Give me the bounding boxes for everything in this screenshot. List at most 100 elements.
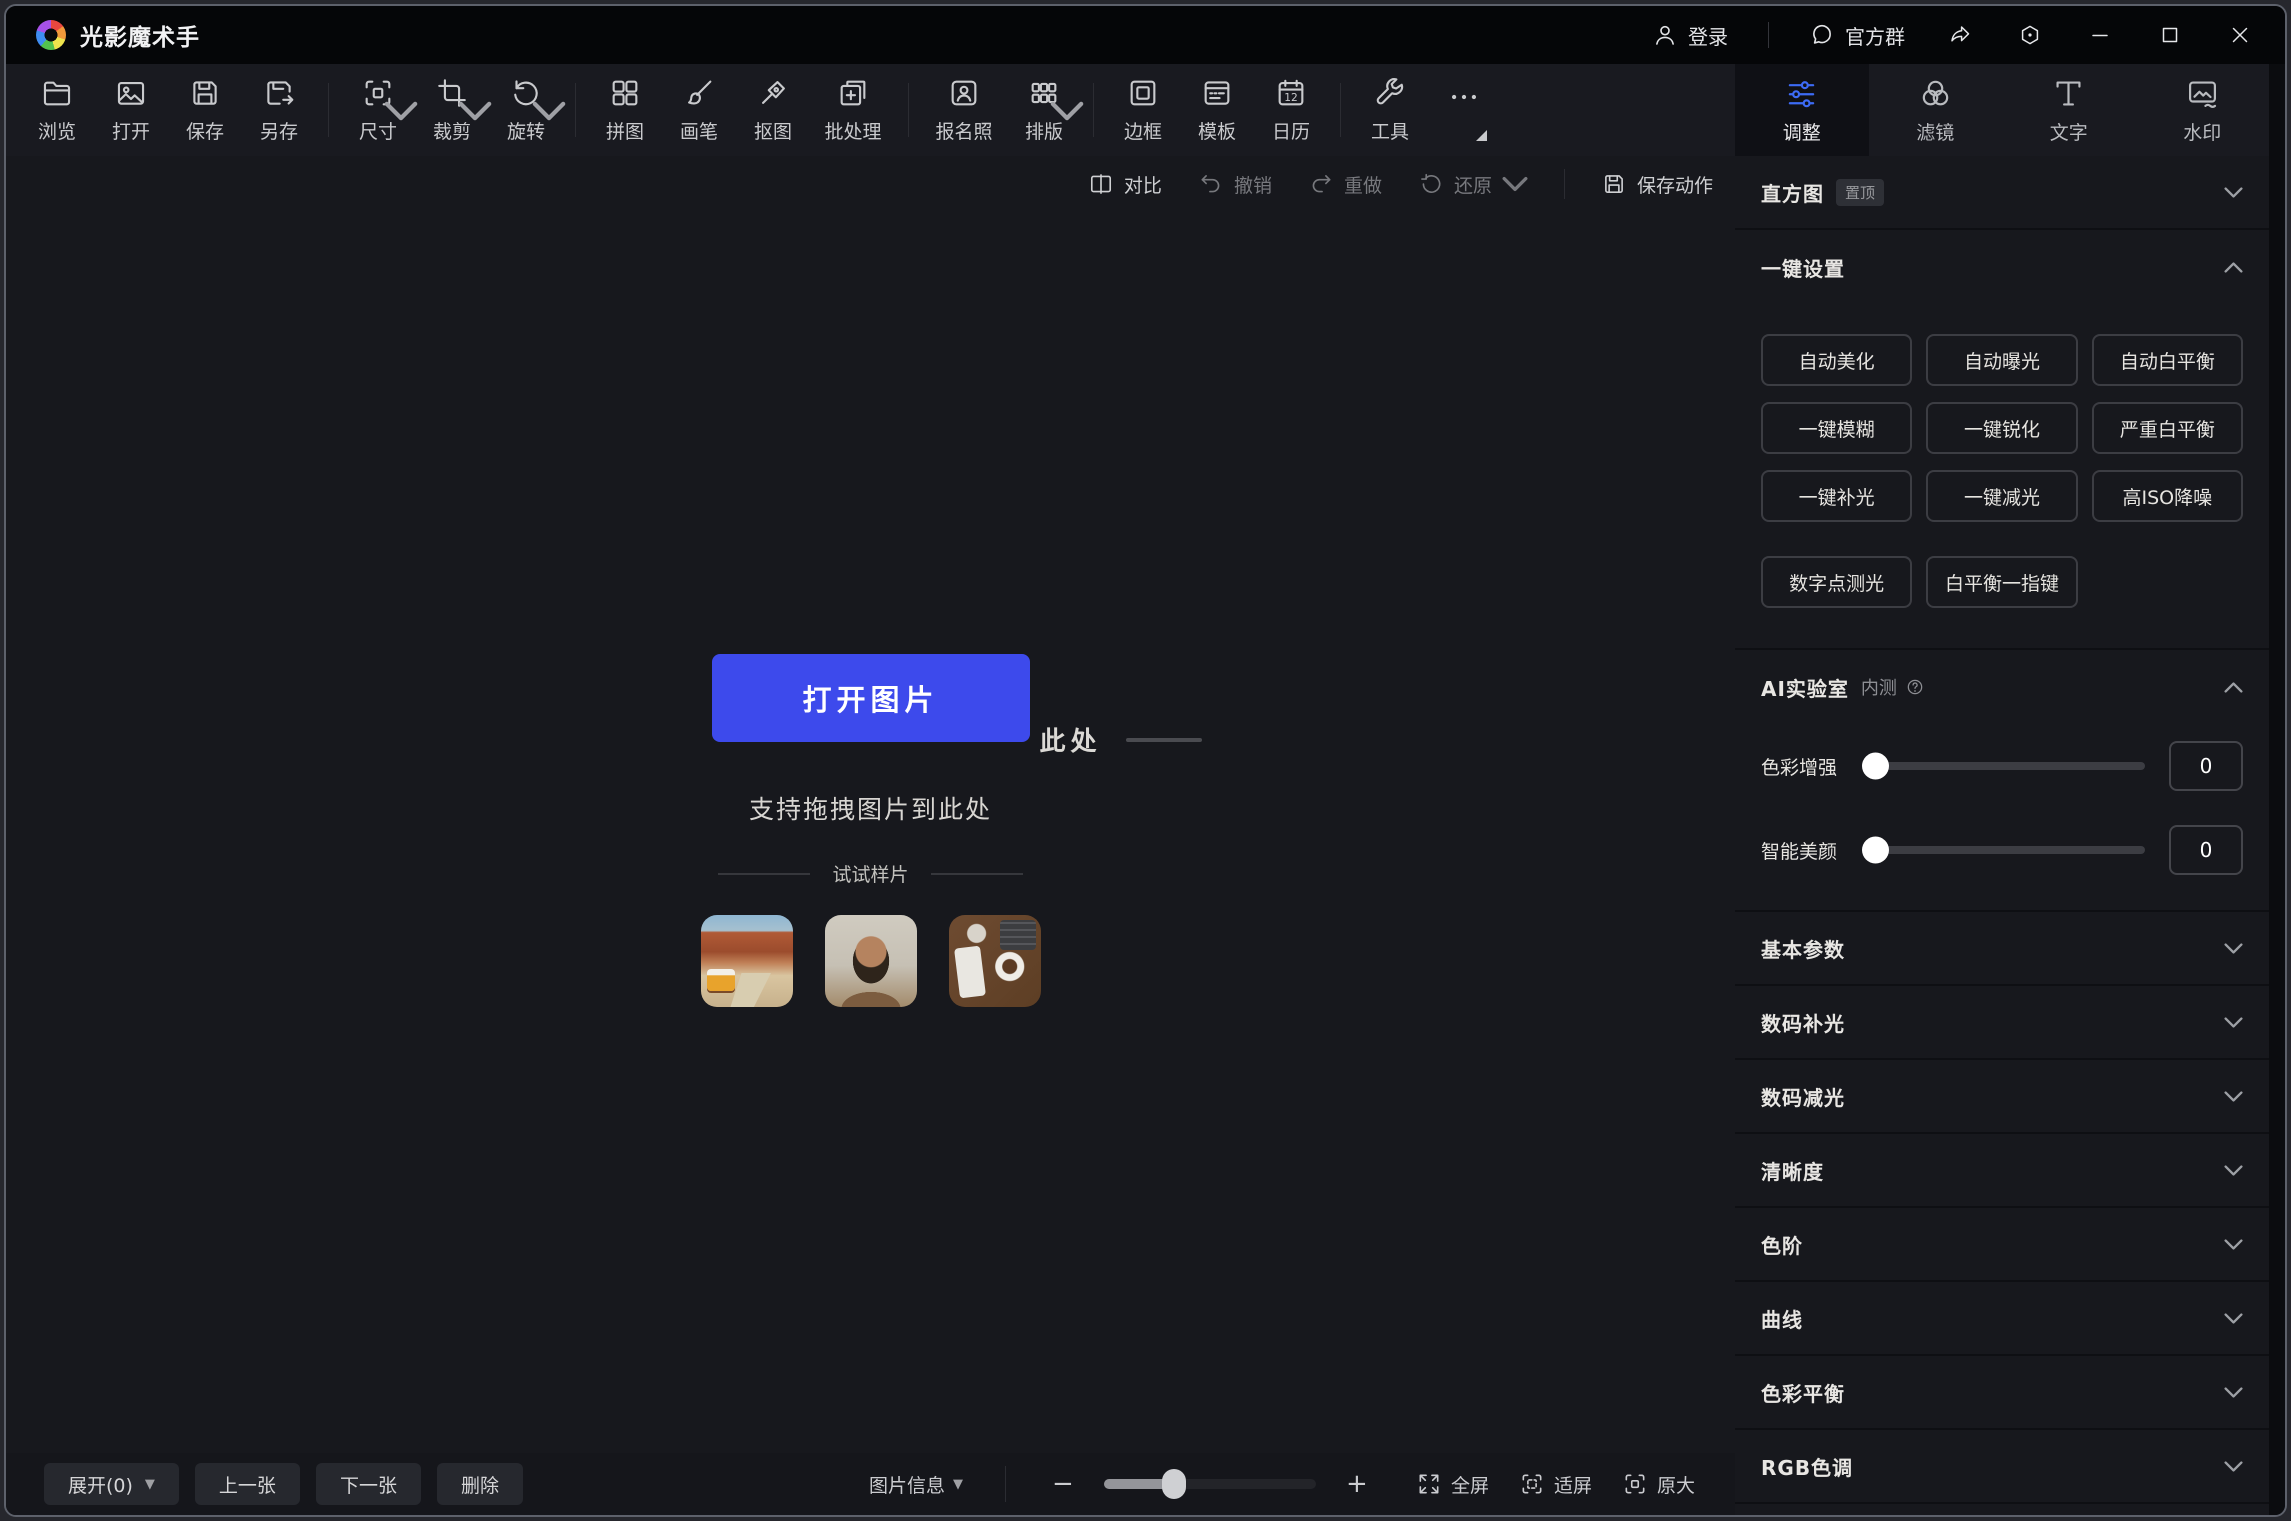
share-button[interactable]	[1945, 20, 1975, 50]
section-one-key-settings[interactable]: 一键设置	[1735, 230, 2269, 304]
section-levels[interactable]: 色阶	[1735, 1208, 2269, 1282]
fit-screen-button[interactable]: 适屏	[1519, 1471, 1592, 1498]
help-icon[interactable]	[1905, 677, 1925, 697]
login-button[interactable]: 登录	[1652, 21, 1728, 50]
smart-beauty-value[interactable]: 0	[2169, 825, 2243, 875]
section-title: 数码减光	[1761, 1082, 1845, 1111]
chevron-down-icon[interactable]	[2224, 1387, 2243, 1398]
section-digital-fill-light[interactable]: 数码补光	[1735, 986, 2269, 1060]
actual-size-button[interactable]: 原大	[1622, 1471, 1695, 1498]
reset-button[interactable]: 还原	[1418, 171, 1528, 198]
expand-filmstrip-button[interactable]: 展开(0) ▼	[44, 1463, 179, 1505]
chevron-down-icon[interactable]	[1050, 94, 1084, 128]
toolbar-batch[interactable]: 批处理	[810, 76, 896, 144]
toolbar-size[interactable]: 尺寸	[341, 76, 415, 144]
toolbar-rotate[interactable]: 旋转	[489, 76, 563, 144]
reset-icon	[1418, 171, 1444, 197]
toolbar-collage[interactable]: 拼图	[588, 76, 662, 144]
chevron-down-icon[interactable]	[2224, 1461, 2243, 1472]
chevron-down-icon[interactable]	[2224, 1091, 2243, 1102]
chevron-down-icon[interactable]	[2224, 1239, 2243, 1250]
compare-button[interactable]: 对比	[1088, 171, 1162, 198]
chevron-down-icon[interactable]	[532, 94, 566, 128]
smart-beauty-slider[interactable]	[1865, 846, 2145, 854]
digital-spot-metering-button[interactable]: 数字点测光	[1761, 556, 1912, 608]
sample-image-desk[interactable]	[949, 915, 1041, 1007]
slider-handle[interactable]	[1862, 837, 1889, 864]
auto-beautify-button[interactable]: 自动美化	[1761, 334, 1912, 386]
chevron-down-icon[interactable]	[2224, 187, 2243, 198]
fullscreen-button[interactable]: 全屏	[1416, 1471, 1489, 1498]
open-image-button[interactable]: 打开图片 此处	[712, 654, 1030, 742]
one-key-sharpen-button[interactable]: 一键锐化	[1926, 402, 2077, 454]
maximize-button[interactable]	[2155, 20, 2185, 50]
section-digital-dim-light[interactable]: 数码减光	[1735, 1060, 2269, 1134]
chevron-down-icon[interactable]	[2224, 1313, 2243, 1324]
next-image-button[interactable]: 下一张	[316, 1463, 421, 1505]
one-key-fill-light-button[interactable]: 一键补光	[1761, 470, 1912, 522]
image-info-button[interactable]: 图片信息 ▼	[869, 1471, 963, 1498]
section-histogram[interactable]: 直方图 置顶	[1735, 156, 2269, 230]
toolbar-browse[interactable]: 浏览	[20, 76, 94, 144]
official-group-button[interactable]: 官方群	[1809, 21, 1905, 50]
color-enhance-slider[interactable]	[1865, 762, 2145, 770]
chevron-down-icon[interactable]	[384, 94, 418, 128]
section-clarity[interactable]: 清晰度	[1735, 1134, 2269, 1208]
save-action-button[interactable]: 保存动作	[1601, 171, 1713, 198]
close-button[interactable]	[2225, 20, 2255, 50]
redo-button[interactable]: 重做	[1308, 171, 1382, 198]
high-iso-denoise-button[interactable]: 高ISO降噪	[2092, 470, 2243, 522]
section-rgb-tone[interactable]: RGB色调	[1735, 1430, 2269, 1504]
toolbar-crop[interactable]: 裁剪	[415, 76, 489, 144]
sample-image-portrait[interactable]	[825, 915, 917, 1007]
chevron-down-icon[interactable]	[1502, 171, 1528, 197]
toolbar-save[interactable]: 保存	[168, 76, 242, 144]
toolbar-open[interactable]: 打开	[94, 76, 168, 144]
tab-adjust[interactable]: 调整	[1735, 64, 1869, 156]
tab-watermark[interactable]: 水印	[2136, 64, 2270, 156]
sample-image-canyon[interactable]	[701, 915, 793, 1007]
toolbar-brush[interactable]: 画笔	[662, 76, 736, 144]
undo-button[interactable]: 撤销	[1198, 171, 1272, 198]
auto-exposure-button[interactable]: 自动曝光	[1926, 334, 2077, 386]
folder-icon	[40, 76, 74, 110]
chevron-down-icon[interactable]	[2224, 1165, 2243, 1176]
toolbar-save-as[interactable]: 另存	[242, 76, 316, 144]
section-ai-lab[interactable]: AI实验室 内测	[1735, 650, 2269, 724]
section-color-balance[interactable]: 色彩平衡	[1735, 1356, 2269, 1430]
chevron-down-icon[interactable]	[458, 94, 492, 128]
toolbar-matting[interactable]: 抠图	[736, 76, 810, 144]
section-curves[interactable]: 曲线	[1735, 1282, 2269, 1356]
section-basic-params[interactable]: 基本参数	[1735, 912, 2269, 986]
zoom-slider[interactable]	[1104, 1479, 1316, 1489]
chevron-down-icon[interactable]	[2224, 1017, 2243, 1028]
delete-image-button[interactable]: 删除	[437, 1463, 523, 1505]
toolbar-tools[interactable]: 工具	[1353, 76, 1427, 144]
previous-image-button[interactable]: 上一张	[195, 1463, 300, 1505]
chevron-up-icon[interactable]	[2224, 682, 2243, 693]
tab-text[interactable]: 文字	[2002, 64, 2136, 156]
toolbar-template[interactable]: 模板	[1180, 76, 1254, 144]
toolbar-more[interactable]	[1427, 80, 1501, 141]
dropdown-arrow-icon: ▼	[145, 1477, 155, 1492]
one-key-dim-light-button[interactable]: 一键减光	[1926, 470, 2077, 522]
color-enhance-value[interactable]: 0	[2169, 741, 2243, 791]
toolbar-layout[interactable]: 排版	[1007, 76, 1081, 144]
minimize-button[interactable]	[2085, 20, 2115, 50]
pen-nib-icon	[756, 76, 790, 110]
one-key-blur-button[interactable]: 一键模糊	[1761, 402, 1912, 454]
settings-button[interactable]	[2015, 20, 2045, 50]
severe-white-balance-button[interactable]: 严重白平衡	[2092, 402, 2243, 454]
toolbar-id-photo[interactable]: 报名照	[921, 76, 1007, 144]
tab-filter[interactable]: 滤镜	[1869, 64, 2003, 156]
zoom-in-button[interactable]: +	[1342, 1469, 1372, 1499]
auto-white-balance-button[interactable]: 自动白平衡	[2092, 334, 2243, 386]
toolbar-calendar[interactable]: 日历	[1254, 76, 1328, 144]
slider-handle[interactable]	[1862, 753, 1889, 780]
white-balance-one-touch-button[interactable]: 白平衡一指键	[1926, 556, 2077, 608]
chevron-down-icon[interactable]	[2224, 943, 2243, 954]
toolbar-border[interactable]: 边框	[1106, 76, 1180, 144]
zoom-out-button[interactable]: −	[1048, 1469, 1078, 1499]
zoom-slider-handle[interactable]	[1162, 1469, 1186, 1499]
chevron-up-icon[interactable]	[2224, 262, 2243, 273]
